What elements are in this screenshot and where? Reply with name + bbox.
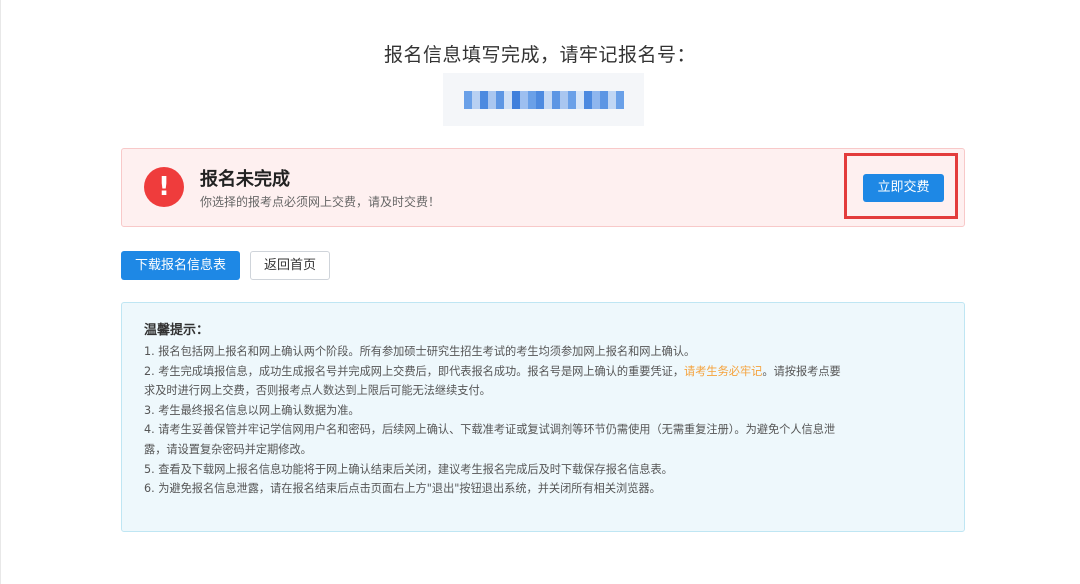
- tips-line-6: 6. 为避免报名信息泄露，请在报名结束后点击页面右上方"退出"按钮退出系统，并关…: [144, 482, 661, 496]
- tips-line-2: 2. 考生完成填报信息，成功生成报名号并完成网上交费后，即代表报名成功。报名号是…: [144, 362, 942, 382]
- mask-pixel: [551, 90, 560, 109]
- tips-line-4: 4. 请考生妥善保管并牢记学信网用户名和密码，后续网上确认、下载准考证或复试调剂…: [144, 423, 836, 437]
- mask-pixel: [559, 90, 568, 109]
- payment-alert: ! 报名未完成 你选择的报考点必须网上交费，请及时交费！ 立即交费: [121, 148, 965, 227]
- mask-pixel: [591, 90, 600, 109]
- mask-pixel: [535, 90, 544, 109]
- pay-now-button[interactable]: 立即交费: [863, 174, 944, 202]
- mask-pixel: [471, 90, 480, 109]
- mask-pixel: [615, 90, 624, 109]
- download-registration-form-button[interactable]: 下载报名信息表: [121, 251, 240, 280]
- tips-line-1: 1. 报名包括网上报名和网上确认两个阶段。所有参加硕士研究生招生考试的考生均须参…: [144, 345, 696, 358]
- tips-line-2-part-b: 。请按报考点要: [762, 364, 841, 378]
- tips-line-2-continued: 求及时进行网上交费，否则报考点人数达到上限后可能无法继续支付。: [144, 384, 491, 398]
- tips-title: 温馨提示：: [144, 323, 210, 338]
- tips-line-3: 3. 考生最终报名信息以网上确认数据为准。: [144, 403, 360, 417]
- page-title: 报名信息填写完成，请牢记报名号：: [383, 44, 696, 66]
- tips-line-5: 5. 查看及下载网上报名信息功能将于网上确认结束后关闭，建议考生报名完成后及时下…: [144, 462, 673, 476]
- mask-pixel: [583, 90, 592, 109]
- exclamation-icon: !: [144, 167, 184, 207]
- mask-pixel: [599, 90, 608, 109]
- mask-pixel: [607, 90, 616, 109]
- left-border: [0, 0, 1, 584]
- mask-pixel: [567, 90, 576, 109]
- page: 报名信息填写完成，请牢记报名号： ! 报名未完成 你选择的报考点必须网上交费，请…: [0, 0, 1080, 584]
- tips-line-4-continued: 露，请设置复杂密码并定期修改。: [144, 442, 312, 456]
- tips-line-2-part-a: 2. 考生完成填报信息，成功生成报名号并完成网上交费后，即代表报名成功。报名号是…: [144, 364, 685, 378]
- mask-pixel: [519, 90, 528, 109]
- mask-pixel: [487, 90, 496, 109]
- mask-pixel: [495, 90, 504, 109]
- registration-number-masked: [463, 90, 624, 109]
- alert-title: 报名未完成: [200, 169, 290, 190]
- alert-message: 你选择的报考点必须网上交费，请及时交费！: [200, 195, 441, 209]
- tips-line-2-highlight: 请考生务必牢记: [684, 364, 763, 378]
- tips-panel: 温馨提示： 1. 报名包括网上报名和网上确认两个阶段。所有参加硕士研究生招生考试…: [121, 302, 965, 532]
- mask-pixel: [543, 90, 552, 109]
- mask-pixel: [575, 90, 584, 109]
- return-home-button[interactable]: 返回首页: [250, 251, 330, 280]
- mask-pixel: [503, 90, 512, 109]
- mask-pixel: [479, 90, 488, 109]
- mask-pixel: [527, 90, 536, 109]
- registration-number-box: [443, 73, 644, 126]
- mask-pixel: [511, 90, 520, 109]
- mask-pixel: [463, 90, 472, 109]
